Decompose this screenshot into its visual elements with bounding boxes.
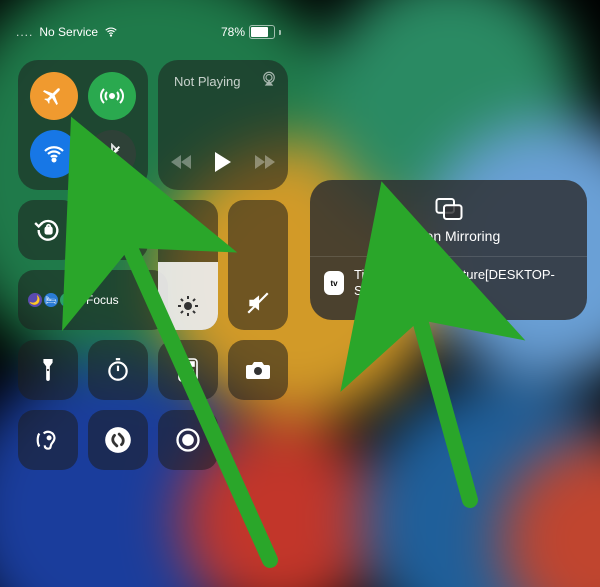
camera-icon (245, 359, 271, 381)
control-center-screen: .... No Service 78% (0, 0, 297, 587)
calculator-button[interactable] (158, 340, 218, 400)
wifi-status-icon (104, 25, 118, 39)
battery-percent: 78% (221, 25, 245, 39)
flashlight-icon (37, 357, 59, 383)
shazam-icon (104, 426, 132, 454)
flashlight-button[interactable] (18, 340, 78, 400)
orientation-lock-icon (34, 216, 62, 244)
airplay-icon[interactable] (260, 70, 278, 88)
connectivity-panel[interactable] (18, 60, 148, 190)
mirror-target-row[interactable]: tv Tipard Screen Capture[DESKTOP-SFP3CHJ… (310, 256, 587, 310)
camera-button[interactable] (228, 340, 288, 400)
brightness-slider[interactable] (158, 200, 218, 330)
airplane-icon (43, 85, 65, 107)
play-button[interactable] (215, 152, 231, 172)
screen-record-icon (174, 426, 202, 454)
screen-mirroring-screen: Screen Mirroring tv Tipard Screen Captur… (300, 0, 597, 587)
wifi-toggle[interactable] (30, 130, 78, 178)
person-icon: 👤 (60, 293, 74, 307)
focus-mode-icons: 🌙 🛏 👤 (28, 293, 74, 307)
screen-mirroring-title: Screen Mirroring (310, 228, 587, 244)
media-title: Not Playing (174, 74, 240, 89)
mirror-target-name: Tipard Screen Capture[DESKTOP-SFP3CHJ] (354, 267, 573, 300)
volume-slider[interactable] (228, 200, 288, 330)
media-panel[interactable]: Not Playing (158, 60, 288, 190)
hearing-icon (35, 427, 61, 453)
battery-fill (251, 27, 268, 37)
timer-icon (105, 357, 131, 383)
screen-mirroring-icon (104, 216, 132, 244)
focus-button[interactable]: 🌙 🛏 👤 Focus (18, 270, 168, 330)
moon-icon: 🌙 (28, 293, 42, 307)
signal-dots: .... (16, 25, 33, 39)
status-bar: .... No Service 78% (0, 22, 297, 42)
bluetooth-toggle[interactable] (88, 130, 136, 178)
shazam-button[interactable] (88, 410, 148, 470)
hearing-button[interactable] (18, 410, 78, 470)
brightness-icon (176, 294, 200, 318)
screen-mirroring-panel: Screen Mirroring tv Tipard Screen Captur… (310, 180, 587, 320)
screen-mirroring-icon (434, 196, 464, 222)
focus-label: Focus (86, 293, 119, 307)
cellular-data-toggle[interactable] (88, 72, 136, 120)
battery-indicator: 78% (221, 25, 281, 39)
calculator-icon (177, 357, 199, 383)
screen-mirroring-button[interactable] (88, 200, 148, 260)
rewind-button[interactable] (171, 155, 191, 169)
bed-icon: 🛏 (44, 293, 58, 307)
mute-icon (245, 290, 271, 316)
orientation-lock-button[interactable] (18, 200, 78, 260)
wifi-icon (42, 142, 66, 166)
cellular-data-icon (100, 84, 124, 108)
airplane-mode-toggle[interactable] (30, 72, 78, 120)
timer-button[interactable] (88, 340, 148, 400)
carrier-label: No Service (39, 25, 98, 39)
screen-record-button[interactable] (158, 410, 218, 470)
bluetooth-icon (101, 143, 123, 165)
apple-tv-icon: tv (324, 271, 344, 295)
forward-button[interactable] (255, 155, 275, 169)
